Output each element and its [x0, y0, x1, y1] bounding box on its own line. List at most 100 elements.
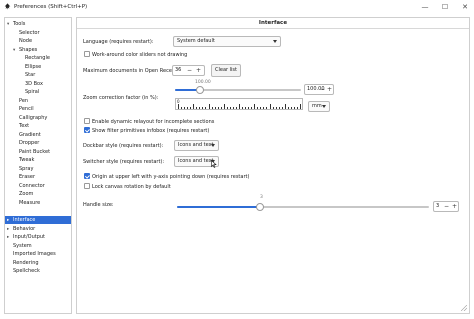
- ruler-tick: [220, 106, 222, 109]
- tree-item-measure[interactable]: Measure: [19, 199, 40, 207]
- chevron-down-icon: [211, 144, 215, 147]
- maximize-button[interactable]: ☐: [438, 2, 452, 12]
- ruler-tick: [199, 106, 200, 109]
- tree-item-rendering[interactable]: Rendering: [13, 259, 39, 267]
- handle-size-slider-fill: [177, 206, 261, 208]
- ruler-tick: [239, 104, 240, 109]
- tree-item-spellcheck[interactable]: Spellcheck: [13, 267, 40, 275]
- tree-item-rectangle[interactable]: Rectangle: [25, 54, 50, 62]
- ruler-tick: [257, 106, 258, 109]
- tree-item-dropper[interactable]: Dropper: [19, 139, 39, 147]
- language-dropdown[interactable]: System default: [173, 36, 281, 47]
- ruler-tick: [269, 104, 271, 109]
- tree-item-system[interactable]: System: [13, 242, 32, 250]
- max-docs-spinbox[interactable]: 36 − +: [172, 65, 205, 76]
- ruler-tick: [208, 104, 210, 109]
- tree-item-zoom[interactable]: Zoom: [19, 190, 33, 198]
- ruler-tick: [251, 106, 252, 109]
- title-bar: Preferences (Shift+Ctrl+P) — ☐ ✕: [0, 0, 474, 14]
- resize-grip-icon[interactable]: [461, 305, 467, 311]
- ruler-tick: [223, 104, 225, 109]
- ruler-tick: [232, 106, 234, 109]
- clear-list-button[interactable]: Clear list: [211, 64, 241, 77]
- ruler-tick: [235, 106, 237, 109]
- tree-item-interface[interactable]: ▸ Interface: [5, 216, 71, 224]
- tree-item-behavior[interactable]: ▸ Behavior: [7, 225, 35, 233]
- ruler-tick: [287, 106, 289, 109]
- language-value: System default: [177, 38, 215, 44]
- tree-item-spray[interactable]: Spray: [19, 165, 33, 173]
- tree-item-pencil[interactable]: Pencil: [19, 105, 34, 113]
- handle-size-spinbox[interactable]: 3 − +: [433, 201, 459, 212]
- mouse-cursor-icon: [211, 160, 217, 168]
- ruler-tick: [184, 106, 185, 109]
- increment-button[interactable]: +: [451, 202, 458, 211]
- dockbar-dropdown[interactable]: Icons and text: [174, 140, 219, 151]
- show-filter-label: Show filter primitives infobox (requires…: [92, 128, 210, 134]
- tree-item-tweak[interactable]: Tweak: [19, 156, 34, 164]
- ruler-tick: [214, 106, 216, 109]
- settings-panel: Interface Language (requires restart): S…: [76, 17, 470, 314]
- increment-button[interactable]: +: [326, 85, 333, 94]
- tree-item-input-output[interactable]: ▸ Input/Output: [7, 233, 45, 241]
- ruler-tick: [211, 106, 213, 109]
- zoom-slider-handle[interactable]: [196, 86, 205, 94]
- tree-item-spiral[interactable]: Spiral: [25, 88, 39, 96]
- tree-item-ellipse[interactable]: Ellipse: [25, 63, 41, 71]
- tree-item-shapes[interactable]: ▾ Shapes: [13, 46, 37, 54]
- ruler-tick: [205, 106, 207, 109]
- handle-size-slider-handle[interactable]: [256, 203, 265, 211]
- close-button[interactable]: ✕: [458, 2, 472, 12]
- language-label: Language (requires restart):: [83, 39, 154, 45]
- tree-item-pen[interactable]: Pen: [19, 97, 28, 105]
- ruler-tick: [181, 106, 182, 109]
- decrement-button[interactable]: −: [443, 202, 450, 211]
- tree-item-selector[interactable]: Selector: [13, 29, 40, 37]
- ruler-tick: [266, 106, 268, 109]
- tree-item-star[interactable]: Star: [25, 71, 35, 79]
- tree-item-eraser[interactable]: Eraser: [19, 173, 35, 181]
- ruler-tick: [193, 104, 194, 109]
- origin-checkbox[interactable]: [84, 173, 90, 179]
- increment-button[interactable]: +: [195, 66, 202, 75]
- switcher-value: Icons and text: [178, 158, 214, 164]
- dynamic-relayout-label: Enable dynamic relayout for incomplete s…: [92, 119, 215, 125]
- chevron-down-icon: [273, 40, 277, 43]
- ruler-tick: [202, 106, 203, 109]
- ruler-tick: [187, 106, 188, 109]
- tree-item-calligraphy[interactable]: Calligraphy: [19, 114, 47, 122]
- ruler-tick: [229, 106, 231, 109]
- unit-dropdown[interactable]: mm: [308, 101, 330, 112]
- tree-item-text[interactable]: Text: [19, 122, 29, 130]
- decrement-button[interactable]: −: [186, 66, 193, 75]
- max-docs-label: Maximum documents in Open Recent:: [83, 68, 179, 74]
- dynamic-relayout-checkbox[interactable]: [84, 118, 90, 124]
- ruler-tick: [254, 104, 255, 109]
- tree-item-tools[interactable]: ▾ Tools: [7, 20, 25, 28]
- tree-item-connector[interactable]: Connector: [19, 182, 45, 190]
- origin-label: Origin at upper left with y-axis pointin…: [92, 174, 250, 180]
- ruler-tick: [263, 106, 264, 109]
- ruler-tick: [226, 106, 228, 109]
- zoom-slider[interactable]: [175, 89, 301, 91]
- decrement-button[interactable]: −: [319, 85, 326, 94]
- tree-item-gradient[interactable]: Gradient: [19, 131, 41, 139]
- workaround-checkbox[interactable]: [84, 51, 90, 57]
- ruler-tick: [260, 106, 261, 109]
- tree-item-imported-images[interactable]: Imported Images: [13, 250, 56, 258]
- show-filter-checkbox[interactable]: [84, 127, 90, 133]
- minimize-button[interactable]: —: [418, 2, 432, 12]
- tree-item-node[interactable]: Node: [13, 37, 32, 45]
- tree-item-3d-box[interactable]: 3D Box: [25, 80, 43, 88]
- page-title: Interface: [77, 18, 469, 29]
- handle-size-slider[interactable]: [177, 206, 429, 208]
- tree-item-paint-bucket[interactable]: Paint Bucket: [19, 148, 50, 156]
- ruler-tick: [284, 104, 286, 109]
- ruler-tick: [196, 106, 197, 109]
- lock-rotation-checkbox[interactable]: [84, 183, 90, 189]
- zoom-spinbox[interactable]: 100.00 − +: [304, 84, 334, 95]
- handle-size-slider-value-label: 3: [260, 195, 263, 200]
- ruler-tick: [245, 106, 246, 109]
- ruler-tick: [300, 104, 301, 109]
- max-docs-value: 36: [175, 67, 182, 73]
